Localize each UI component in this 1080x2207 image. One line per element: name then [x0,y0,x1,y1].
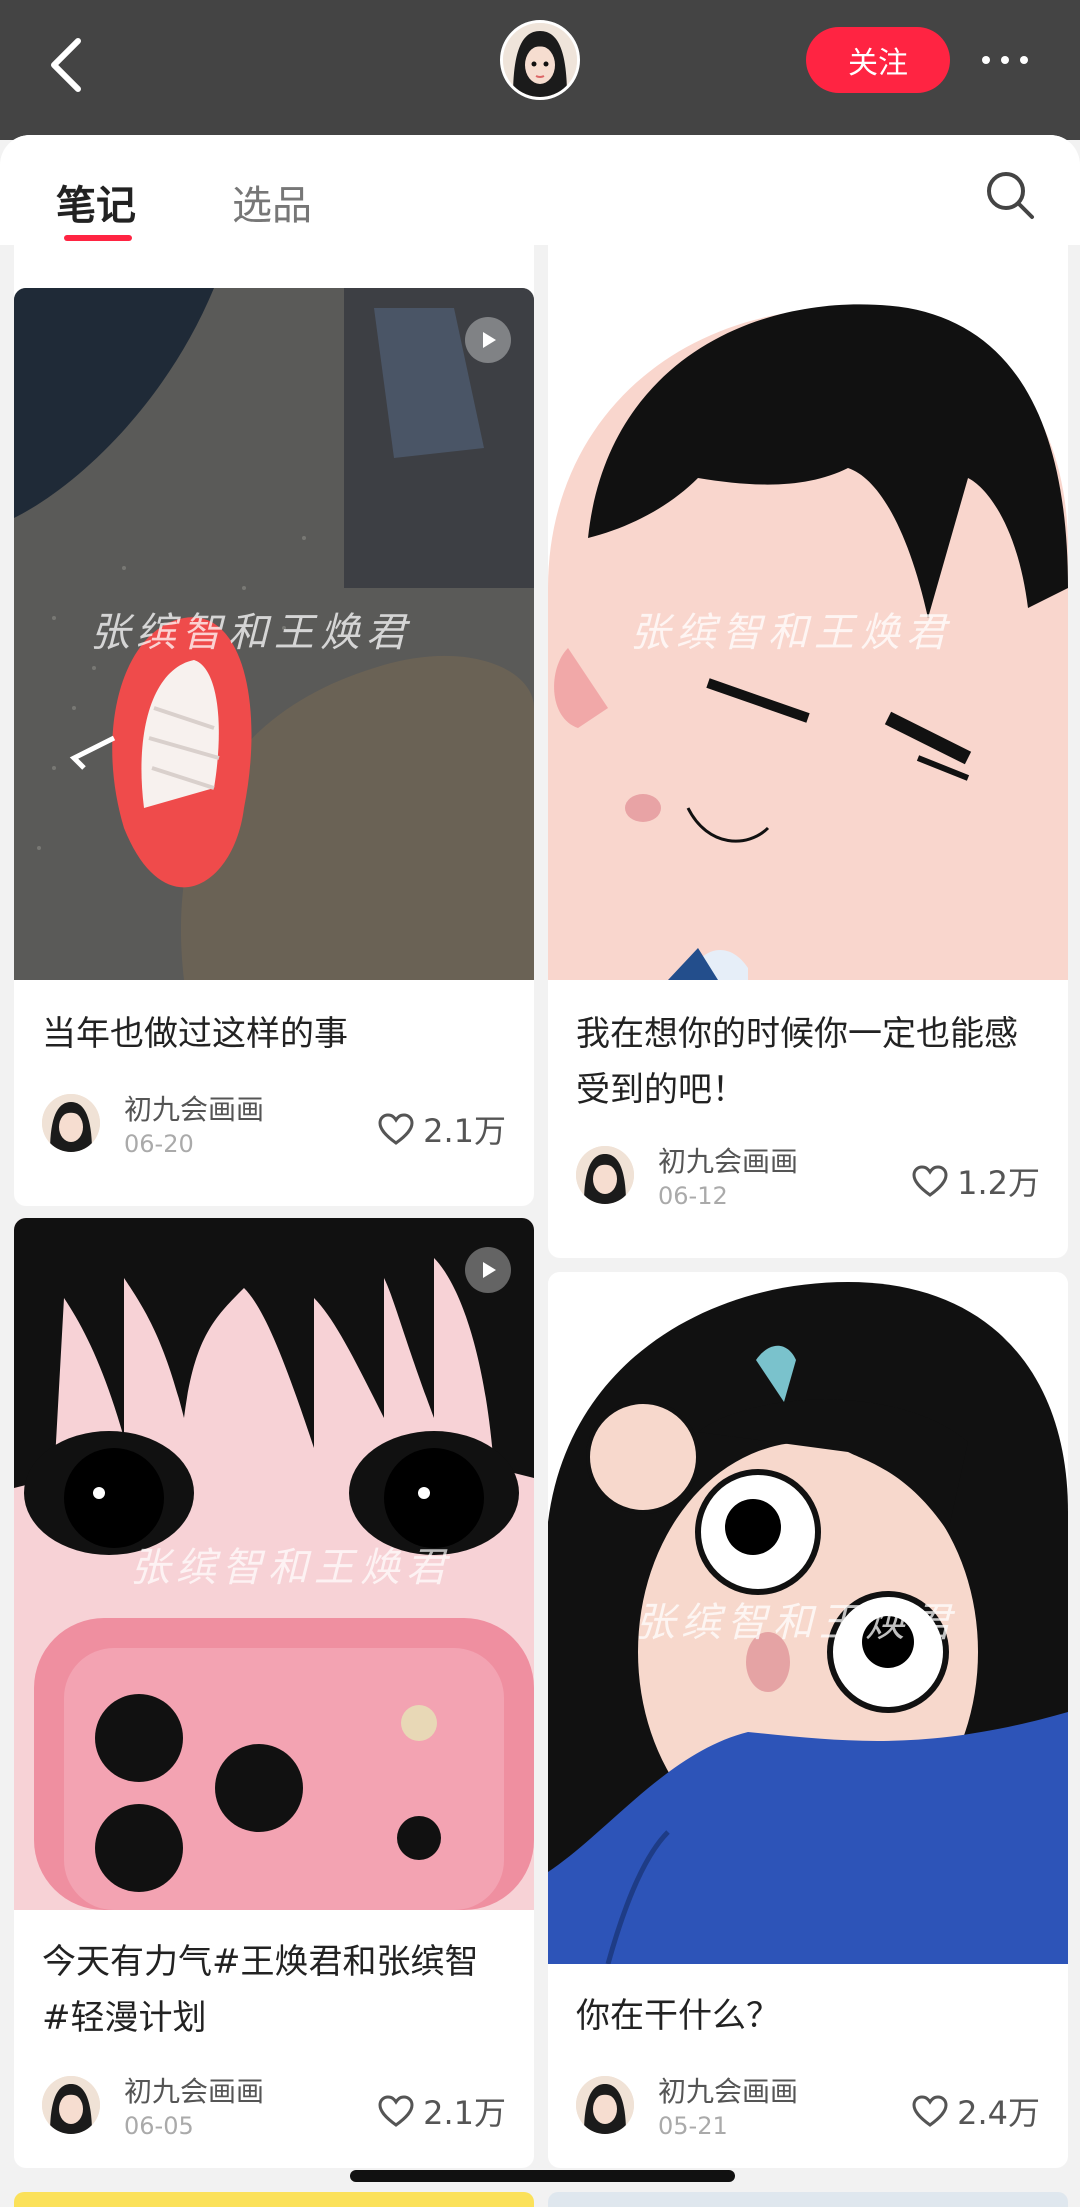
tab-bar: 笔记 选品 [0,135,1080,245]
play-indicator [465,317,511,363]
heart-icon [378,1113,414,1145]
play-indicator [999,1301,1045,1347]
like-count: 1.2万 [957,1164,1040,1202]
author-name[interactable]: 初九会画画 [124,1088,264,1128]
note-card[interactable]: 今天有力气#王焕君和张缤智 #轻漫计划 初九会画画 06-05 2.1万 [14,1218,534,2168]
like-count: 2.4万 [957,2094,1040,2132]
more-button[interactable] [970,40,1040,80]
next-card-top [548,2192,1068,2207]
note-title: 我在想你的时候你一定也能感受到的吧！ [576,1014,1018,1110]
like-count: 2.1万 [423,2094,506,2132]
profile-avatar[interactable] [500,20,580,100]
author-avatar[interactable] [42,2076,100,2134]
play-icon [483,332,496,348]
image-watermark: 张缤智和王焕君 [90,610,412,656]
image-watermark: 张缤智和王焕君 [635,1600,957,1646]
play-indicator [465,1247,511,1293]
author-avatar[interactable] [42,1094,100,1152]
back-icon [51,38,81,92]
more-icon [982,56,1028,64]
play-icon [483,1262,496,1278]
home-indicator[interactable] [350,2170,735,2182]
like-button[interactable]: 2.1万 [377,2088,506,2134]
search-button[interactable] [980,165,1040,225]
play-icon [1017,1316,1030,1332]
like-count: 2.1万 [423,1112,506,1150]
author-name[interactable]: 初九会画画 [658,1140,798,1180]
note-title: 当年也做过这样的事 [42,1014,348,1054]
like-button[interactable]: 2.4万 [911,2088,1040,2134]
note-card[interactable]: 我在想你的时候你一定也能感受到的吧！ 初九会画画 06-12 1.2万 [548,288,1068,1258]
image-watermark: 张缤智和王焕君 [130,1545,452,1591]
active-tab-indicator [64,235,132,241]
note-title: 今天有力气#王焕君和张缤智 #轻漫计划 [42,1942,479,2038]
author-name[interactable]: 初九会画画 [658,2070,798,2110]
note-date: 06-05 [124,2112,194,2140]
heart-icon [378,2095,414,2127]
top-bar: 关注 [0,0,1080,140]
like-button[interactable]: 1.2万 [911,1158,1040,1204]
author-name[interactable]: 初九会画画 [124,2070,264,2110]
tab-select[interactable]: 选品 [232,173,312,231]
note-date: 05-21 [658,2112,728,2140]
tab-notes[interactable]: 笔记 [56,173,136,231]
note-date: 06-20 [124,1130,194,1158]
note-date: 06-12 [658,1182,728,1210]
heart-icon [912,1165,948,1197]
next-card-top [14,2192,534,2207]
author-avatar[interactable] [576,2076,634,2134]
like-button[interactable]: 2.1万 [377,1106,506,1152]
image-watermark: 张缤智和王焕君 [630,610,952,656]
search-icon [987,172,1034,219]
play-indicator [999,317,1045,363]
author-avatar[interactable] [576,1146,634,1204]
note-card[interactable]: 当年也做过这样的事 初九会画画 06-20 2.1万 [14,288,534,1206]
note-card[interactable]: 你在干什么？ 初九会画画 05-21 2.4万 [548,1272,1068,2168]
note-title: 你在干什么？ [576,1996,780,2036]
follow-button[interactable]: 关注 [806,27,950,93]
play-icon [1017,332,1030,348]
back-button[interactable] [36,30,96,100]
heart-icon [912,2095,948,2127]
